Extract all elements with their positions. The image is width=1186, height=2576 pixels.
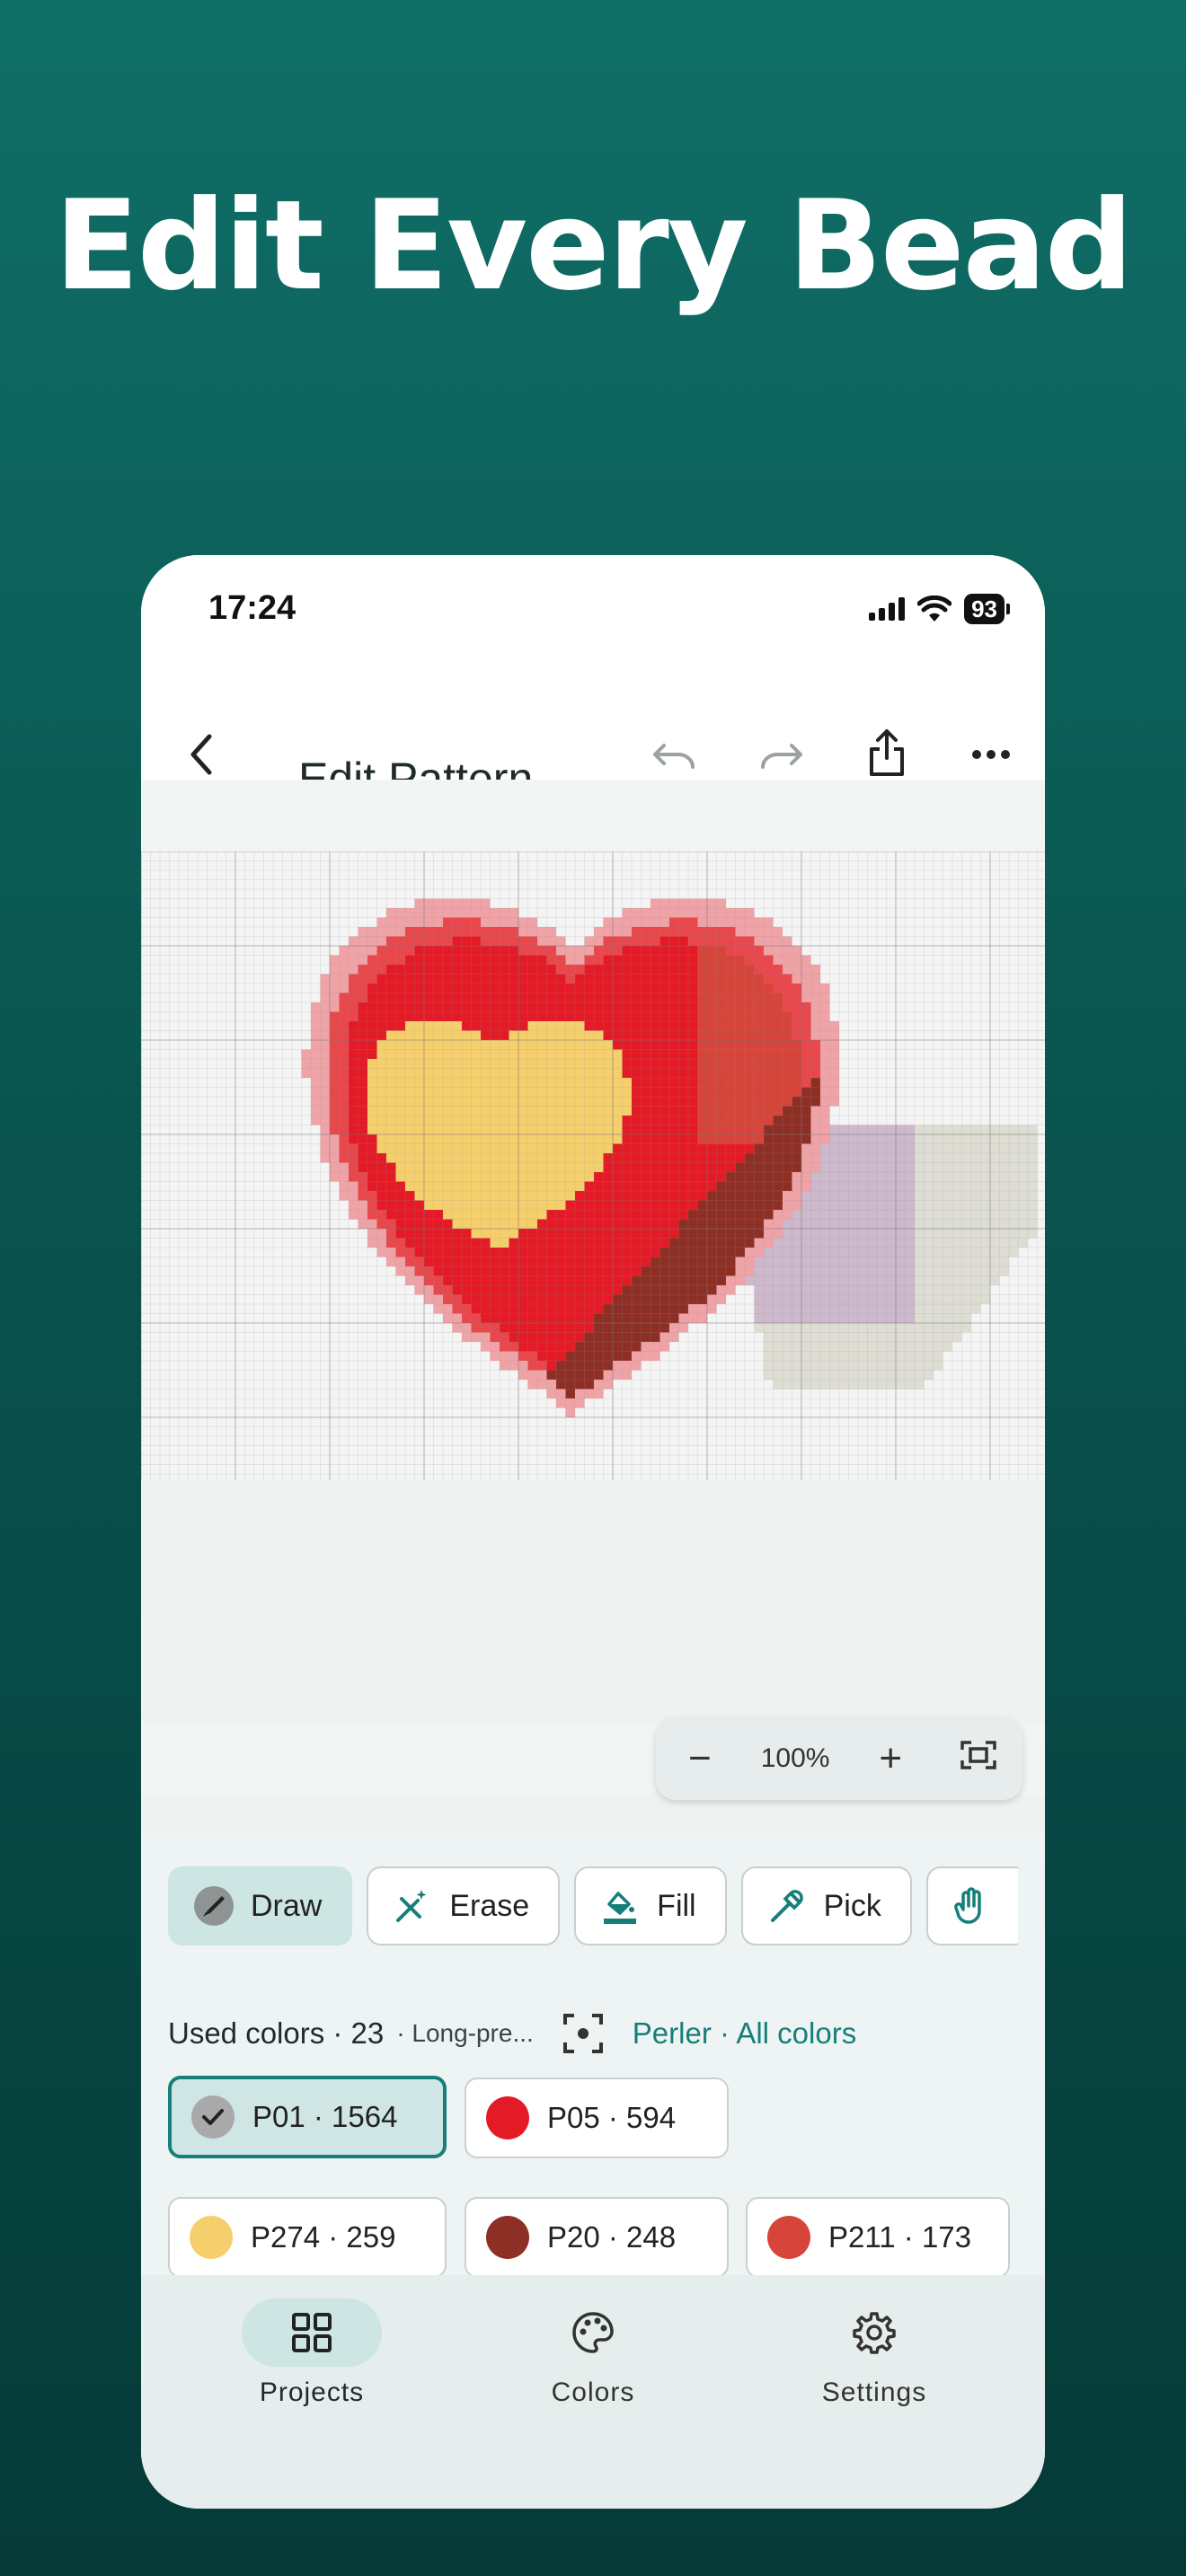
tool-erase-label: Erase (449, 1888, 530, 1923)
color-swatch (486, 2096, 529, 2139)
zoom-in-button[interactable]: + (863, 1736, 917, 1781)
nav-settings[interactable]: Settings (757, 2275, 991, 2455)
colors-header: Used colors · 23 · Long-pre... Perler · … (168, 2007, 1031, 2060)
eyedropper-icon (766, 1885, 808, 1927)
tool-draw[interactable]: Draw (168, 1866, 353, 1945)
tool-draw-label: Draw (251, 1888, 323, 1923)
paint-bucket-icon (599, 1885, 641, 1927)
color-chip-label: P211 · 173 (828, 2220, 972, 2254)
bead-grid[interactable] (141, 851, 1045, 1480)
grid-icon (292, 2313, 332, 2352)
scan-button[interactable] (561, 2011, 606, 2056)
share-icon (870, 729, 904, 776)
color-swatch (486, 2216, 529, 2259)
tool-pan[interactable] (925, 1866, 1018, 1945)
palette-icon (572, 2312, 614, 2353)
zoom-out-button[interactable]: − (673, 1736, 727, 1781)
nav-settings-pill (804, 2298, 944, 2367)
sort-mode-label[interactable]: · Long-pre... (396, 2019, 534, 2048)
fit-screen-icon (960, 1741, 996, 1769)
color-chip-p211[interactable]: P211 · 173 (746, 2197, 1010, 2278)
nav-projects-label: Projects (259, 2378, 365, 2407)
color-chip-label: P20 · 248 (547, 2220, 677, 2254)
check-icon (202, 2109, 224, 2125)
signal-icon (869, 597, 906, 621)
nav-projects-pill (242, 2298, 382, 2367)
focus-scan-icon (562, 2014, 603, 2053)
color-chip-p274[interactable]: P274 · 259 (168, 2197, 447, 2278)
fit-screen-button[interactable] (951, 1736, 1005, 1781)
color-chip-label: P05 · 594 (547, 2101, 677, 2134)
tool-fill[interactable]: Fill (574, 1866, 727, 1945)
wifi-icon (917, 595, 952, 622)
tool-pick-label: Pick (823, 1888, 881, 1923)
color-chip-label: P274 · 259 (251, 2220, 396, 2254)
tool-fill-label: Fill (657, 1888, 696, 1923)
nav-colors[interactable]: Colors (476, 2275, 710, 2455)
eraser-icon (392, 1885, 433, 1927)
status-bar: 17:24 93 (141, 555, 1045, 663)
palette-brand-selector[interactable]: Perler · All colors (633, 2016, 856, 2051)
tool-bar: Draw Erase Fill Pick (168, 1866, 1018, 1949)
headline: Edit Every Bead (54, 173, 1134, 318)
gear-icon (853, 2312, 896, 2354)
color-chip-p20[interactable]: P20 · 248 (465, 2197, 729, 2278)
battery-level: 93 (971, 595, 997, 622)
zoom-level: 100% (760, 1743, 830, 1773)
color-swatch (190, 2216, 233, 2259)
share-button[interactable] (851, 717, 923, 789)
used-colors-label: Used colors · 23 (168, 2016, 385, 2050)
bead-grid-svg[interactable] (141, 851, 1045, 1480)
back-icon (190, 734, 212, 775)
nav-settings-label: Settings (821, 2378, 927, 2407)
color-chip-p01[interactable]: P01 · 1564 (168, 2076, 447, 2158)
tool-erase[interactable]: Erase (367, 1866, 561, 1945)
battery-icon: 93 (964, 594, 1010, 624)
undo-icon (653, 744, 695, 769)
brush-icon (193, 1885, 235, 1927)
more-icon (972, 750, 1010, 759)
bottom-navigation: Projects Colors Settings (141, 2275, 1045, 2509)
status-icons: 93 (869, 591, 1010, 627)
canvas-top-padding (141, 780, 1045, 851)
nav-colors-pill (523, 2298, 663, 2367)
nav-projects[interactable]: Projects (195, 2275, 429, 2455)
hand-icon (950, 1885, 991, 1927)
color-swatch (191, 2095, 235, 2139)
redo-icon (761, 744, 802, 769)
tool-pick[interactable]: Pick (740, 1866, 912, 1945)
nav-colors-label: Colors (551, 2378, 635, 2407)
zoom-controls: − 100% + (656, 1717, 1022, 1800)
pattern-canvas[interactable] (141, 780, 1045, 1480)
phone-screen: 17:24 93 Edit Pattern − 100% + Draw Eras… (141, 555, 1045, 2509)
color-chip-label: P01 · 1564 (252, 2100, 398, 2133)
status-time: 17:24 (208, 589, 296, 627)
color-swatch (767, 2216, 810, 2259)
color-chip-p05[interactable]: P05 · 594 (465, 2078, 729, 2158)
